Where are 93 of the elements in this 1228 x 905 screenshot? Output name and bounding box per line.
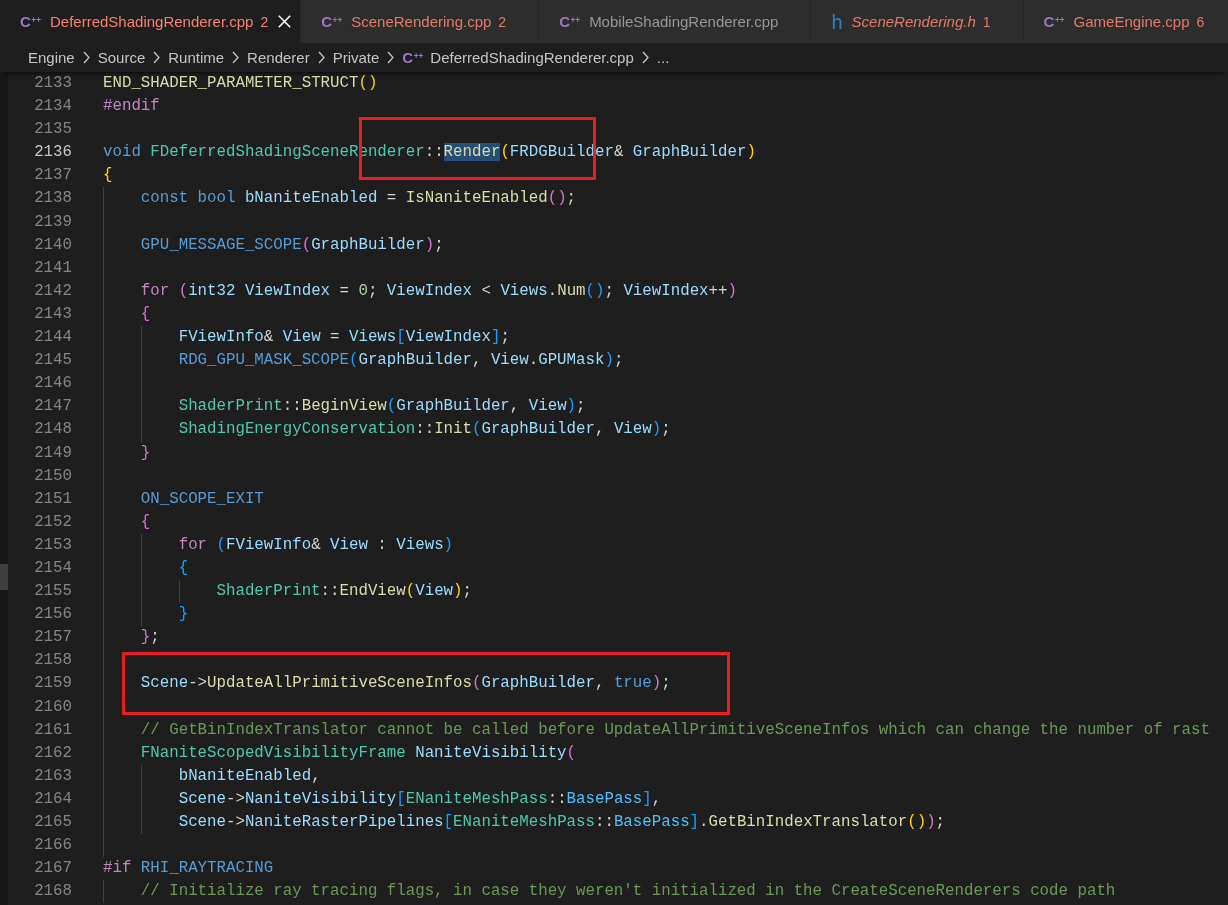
breadcrumb-item[interactable]: Private (332, 49, 380, 66)
editor-tab[interactable]: C$^{++}$ GameEngine.cpp 6 (1023, 0, 1228, 43)
code-line: // GetBinIndexTranslator cannot be called before UpdateAllPrimitiveSceneInfos which can change the number of rast (140, 720, 1210, 739)
code-line: RDG_GPU_MASK_SCOPE(GraphBuilder, View.GPUMask); (178, 351, 624, 370)
line-number: 2137 (34, 166, 72, 185)
chevron-icon (232, 51, 240, 64)
line-number: 2142 (34, 281, 72, 300)
line-number: 2165 (34, 813, 72, 831)
chevron-icon (153, 51, 161, 64)
breadcrumb-item[interactable]: Runtime (168, 49, 225, 66)
line-number: 2140 (34, 235, 72, 254)
editor-tab[interactable]: C$^{++}$ SceneRendering.cpp 2 (301, 0, 540, 43)
code-line: Scene->UpdateAllPrimitiveSceneInfos(GraphBuilder, true); (140, 674, 671, 693)
file-type-icon: C$^{++}$ (402, 50, 424, 65)
line-number: 2161 (34, 720, 72, 739)
code-line: { (178, 558, 189, 577)
line-number: 2143 (34, 304, 72, 323)
code-line: END_SHADER_PARAMETER_STRUCT() (103, 74, 378, 92)
close-icon (277, 15, 291, 28)
breadcrumb-item[interactable]: C$^{++}$ DeferredShadingRenderer.cpp (402, 49, 634, 66)
file-type-icon: C$^{++}$ (1043, 14, 1065, 29)
line-number: 2135 (34, 120, 72, 139)
code-line: ON_SCOPE_EXIT (140, 489, 264, 508)
line-number: 2152 (34, 512, 72, 531)
code-line: } (140, 443, 151, 462)
code-line: ShadingEnergyConservation::Init(GraphBuilder, View); (178, 420, 671, 439)
line-number: 2163 (34, 766, 72, 785)
line-number: 2154 (34, 558, 72, 577)
code-line: { (140, 304, 151, 323)
chevron-icon (387, 51, 395, 64)
scrollbar-thumb[interactable] (0, 564, 8, 590)
line-number: 2153 (34, 535, 72, 554)
line-number: 2157 (34, 628, 72, 647)
line-number: 2160 (34, 697, 72, 716)
chevron-icon (82, 51, 90, 64)
code-line: #if RHI_RAYTRACING (103, 859, 274, 878)
code-line: // Initialize ray tracing flags, in case they weren't initialized in the CreateSceneRenderers code path (140, 882, 1116, 901)
code-line: Scene->NaniteVisibility[ENaniteMeshPass::BasePass], (178, 789, 662, 808)
problem-count: 6 (1196, 13, 1205, 30)
breadcrumb-item[interactable]: Source (97, 49, 146, 66)
line-number: 2136 (34, 143, 72, 162)
breadcrumb-item[interactable]: Renderer (247, 49, 310, 66)
breadcrumb-item[interactable]: Engine (28, 49, 75, 66)
code-line: bNaniteEnabled, (178, 766, 321, 785)
chevron-icon (317, 51, 325, 64)
file-type-icon: C$^{++}$ (559, 14, 581, 29)
line-number: 2133 (34, 74, 72, 92)
line-number: 2162 (34, 743, 72, 762)
breadcrumb-item[interactable]: ... (656, 49, 670, 66)
line-number: 2166 (34, 836, 72, 855)
line-number: 2134 (34, 97, 72, 116)
code-line: #endif (103, 97, 160, 116)
editor-tab[interactable]: h SceneRendering.h 1 (811, 0, 1024, 43)
editor-tab[interactable]: C$^{++}$ MobileShadingRenderer.cpp (539, 0, 812, 43)
code-line: const bool bNaniteEnabled = IsNaniteEnabled(); (140, 189, 577, 208)
code-line: Scene->NaniteRasterPipelines[ENaniteMeshPass::BasePass].GetBinIndexTranslator()); (178, 813, 946, 831)
line-number: 2168 (34, 882, 72, 901)
line-number: 2149 (34, 443, 72, 462)
line-number: 2155 (34, 582, 72, 601)
line-number: 2146 (34, 374, 72, 393)
chevron-icon (641, 51, 649, 64)
file-type-icon: h (831, 11, 843, 32)
line-number: 2150 (34, 466, 72, 485)
line-number: 2159 (34, 674, 72, 693)
problem-count: 2 (498, 13, 507, 30)
code-line: ShaderPrint::EndView(View); (216, 582, 472, 601)
code-line: for (int32 ViewIndex = 0; ViewIndex < Views.Num(); ViewIndex++) (140, 281, 737, 300)
line-number: 2144 (34, 328, 72, 347)
code-line: { (140, 512, 151, 531)
line-number: 2164 (34, 789, 72, 808)
code-line: }; (140, 628, 160, 647)
editor-tab[interactable]: C$^{++}$ DeferredShadingRenderer.cpp 2 (0, 0, 302, 43)
line-number: 2147 (34, 397, 72, 416)
file-type-icon: C$^{++}$ (321, 14, 343, 29)
line-number: 2141 (34, 258, 72, 277)
line-number: 2151 (34, 489, 72, 508)
line-number: 2156 (34, 605, 72, 624)
line-number: 2167 (34, 859, 72, 878)
code-line: ShaderPrint::BeginView(GraphBuilder, View); (178, 397, 586, 416)
code-line: { (103, 166, 113, 185)
line-number: 2145 (34, 351, 72, 370)
file-type-icon: C$^{++}$ (20, 14, 41, 29)
line-number: 2148 (34, 420, 72, 439)
problem-count: 1 (982, 13, 991, 30)
code-line: GPU_MESSAGE_SCOPE(GraphBuilder); (140, 235, 444, 254)
line-number: 2158 (34, 651, 72, 670)
problem-count: 2 (260, 13, 269, 30)
code-line: } (178, 605, 189, 624)
line-number: 2138 (34, 189, 72, 208)
code-line: for (FViewInfo& View : Views) (178, 535, 454, 554)
code-line: FNaniteScopedVisibilityFrame NaniteVisibility( (140, 743, 577, 762)
code-line: FViewInfo& View = Views[ViewIndex]; (178, 328, 510, 347)
line-number: 2139 (34, 212, 72, 231)
